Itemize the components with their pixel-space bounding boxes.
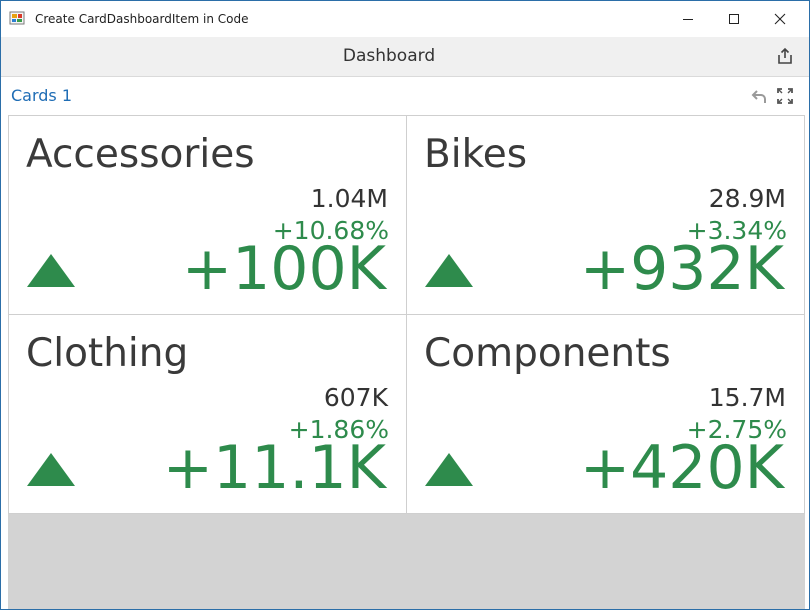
item-caption: Cards 1 (1, 77, 809, 115)
trend-up-icon (425, 453, 473, 486)
card-clothing[interactable]: Clothing 607K +1.86% +11.1K (8, 314, 407, 514)
card-title: Bikes (424, 132, 528, 177)
card-accessories[interactable]: Accessories 1.04M +10.68% +100K (8, 115, 407, 315)
card-title: Clothing (26, 331, 189, 376)
item-title: Cards 1 (11, 86, 73, 105)
card-bikes[interactable]: Bikes 28.9M +3.34% +932K (406, 115, 805, 315)
window-title: Create CardDashboardItem in Code (35, 12, 249, 26)
card-actual-value: 607K (323, 383, 388, 412)
card-absolute-variation: +420K (579, 433, 784, 503)
card-absolute-variation: +11.1K (162, 433, 386, 503)
app-window: Create CardDashboardItem in Code Dashboa… (0, 0, 810, 610)
card-actual-value: 28.9M (708, 184, 786, 213)
card-absolute-variation: +100K (181, 234, 386, 304)
dashboard-title: Dashboard (342, 46, 436, 66)
trend-up-icon (425, 254, 473, 287)
card-title: Components (424, 331, 671, 376)
title-bar: Create CardDashboardItem in Code (1, 1, 809, 37)
trend-up-icon (27, 453, 75, 486)
maximize-button[interactable] (711, 1, 757, 37)
cards-grid: Accessories 1.04M +10.68% +100K Bikes 28… (8, 115, 805, 609)
app-icon (9, 10, 25, 26)
card-actual-value: 1.04M (310, 184, 388, 213)
close-button[interactable] (757, 1, 803, 37)
fullscreen-icon[interactable] (776, 87, 794, 105)
undo-icon[interactable] (751, 87, 769, 105)
minimize-button[interactable] (665, 1, 711, 37)
export-icon[interactable] (775, 46, 795, 66)
card-actual-value: 15.7M (708, 383, 786, 412)
card-absolute-variation: +932K (579, 234, 784, 304)
dashboard-toolbar: Dashboard (1, 37, 809, 77)
trend-up-icon (27, 254, 75, 287)
card-components[interactable]: Components 15.7M +2.75% +420K (406, 314, 805, 514)
card-title: Accessories (26, 132, 255, 177)
